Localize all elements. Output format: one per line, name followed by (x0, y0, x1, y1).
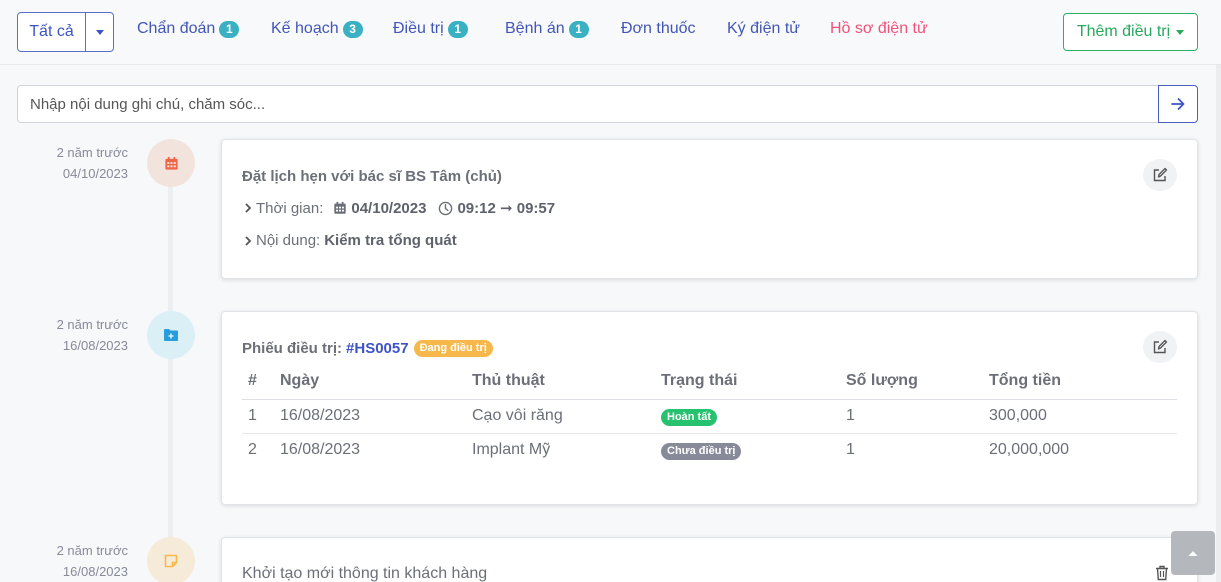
tab-count-badge: 3 (342, 20, 363, 38)
tab-label: Ký điện tử (727, 20, 800, 37)
folder-plus-icon (164, 329, 178, 341)
tab-label: Hồ sơ điện tử (830, 20, 928, 37)
add-treatment-button[interactable]: Thêm điều trị (1063, 13, 1198, 51)
tab-e-signature[interactable]: Ký điện tử (727, 20, 800, 38)
tab-diagnosis[interactable]: Chẩn đoán 1 (137, 20, 240, 38)
calendar-icon (334, 201, 347, 214)
status-badge: Đang điều trị (413, 340, 493, 357)
table-header-row: # Ngày Thủ thuật Trạng thái Số lượng Tổn… (242, 363, 1177, 400)
customer-created-card: Khởi tạo mới thông tin khách hàng (221, 537, 1198, 582)
appointment-time: 09:12 ➞ 09:57 (457, 200, 556, 217)
tab-plan[interactable]: Kế hoạch 3 (271, 20, 363, 38)
timeline-line (168, 185, 173, 582)
edit-button[interactable] (1143, 159, 1177, 191)
cell-date: 16/08/2023 (280, 441, 361, 459)
cell-procedure: Cạo vôi răng (472, 399, 661, 434)
tab-label: Điều trị (393, 20, 444, 37)
tab-medical-record[interactable]: Bệnh án 1 (505, 20, 589, 38)
time-date: 04/10/2023 (62, 166, 128, 181)
cell-status: Hoàn tất (661, 399, 846, 434)
treatment-title-prefix: Phiếu điều trị: (242, 340, 343, 357)
cell-total: 300,000 (989, 399, 1177, 434)
tab-label: Bệnh án (505, 20, 565, 37)
col-header: Ngày (280, 363, 472, 400)
cell-procedure: Implant Mỹ (472, 441, 551, 459)
add-treatment-label: Thêm điều trị (1076, 23, 1171, 40)
table-row: 1 16/08/2023 Cạo vôi răng Hoàn tất 1 300… (242, 399, 1177, 434)
content-value: Kiểm tra tổng quát (324, 232, 457, 249)
tab-treatment[interactable]: Điều trị 1 (393, 20, 468, 38)
cell-status: Chưa điều trị (661, 433, 846, 467)
tab-label: Kế hoạch (271, 20, 339, 37)
edit-icon (1153, 339, 1168, 354)
calendar-icon (164, 156, 178, 170)
status-badge: Hoàn tất (661, 408, 717, 426)
scrollbar[interactable] (1216, 65, 1221, 582)
customer-created-title: Khởi tạo mới thông tin khách hàng (242, 565, 488, 582)
treatment-card: Phiếu điều trị: #HS0057 Đang điều trị # … (221, 311, 1198, 505)
tab-count-badge: 1 (568, 20, 589, 38)
caret-up-icon (1188, 551, 1198, 556)
chevron-right-icon (245, 235, 252, 246)
appointment-card: Đặt lịch hẹn với bác sĩ BS Tâm (chủ) Thờ… (221, 139, 1198, 279)
table-row: 2 16/08/2023 Implant Mỹ Chưa điều trị 1 … (242, 433, 1177, 467)
trash-icon (1156, 565, 1168, 581)
filter-all-button[interactable]: Tất cả (18, 13, 86, 51)
appointment-date: 04/10/2023 (351, 199, 427, 217)
time-date: 16/08/2023 (62, 338, 128, 353)
tab-count-badge: 1 (447, 20, 468, 38)
time-label: Thời gian: (256, 199, 324, 217)
cell-no: 2 (248, 441, 257, 459)
cell-qty: 1 (846, 399, 989, 434)
timeline-time: 2 năm trước 16/08/2023 (20, 314, 128, 356)
delete-button[interactable] (1155, 565, 1169, 582)
note-input[interactable] (17, 85, 1158, 123)
appointment-title: Đặt lịch hẹn với bác sĩ BS Tâm (chủ) (242, 168, 502, 185)
tab-count-badge: 1 (219, 20, 240, 38)
cell-date: 16/08/2023 (280, 399, 472, 434)
col-header: Tổng tiền (989, 363, 1177, 400)
col-header: Trạng thái (661, 363, 846, 400)
timeline-time: 2 năm trước 04/10/2023 (20, 142, 128, 184)
filter-dropdown-toggle[interactable] (86, 13, 113, 51)
filter-split-button: Tất cả (17, 12, 114, 52)
treatment-code-link[interactable]: #HS0057 (346, 340, 409, 357)
time-ago: 2 năm trước (56, 543, 128, 558)
chevron-right-icon (245, 203, 252, 213)
col-header: Số lượng (846, 363, 989, 400)
appointment-content-row: Nội dung: Kiểm tra tổng quát (244, 232, 457, 249)
tab-label: Đơn thuốc (621, 20, 696, 37)
treatment-table: # Ngày Thủ thuật Trạng thái Số lượng Tổn… (242, 363, 1177, 467)
timeline-dot (147, 311, 195, 359)
edit-button[interactable] (1143, 331, 1177, 363)
timeline-dot (147, 537, 195, 582)
cell-qty: 1 (846, 441, 855, 459)
timeline-time: 2 năm trước 16/08/2023 (20, 540, 128, 582)
scroll-to-top-button[interactable] (1171, 531, 1215, 575)
cell-total: 20,000,000 (989, 441, 1070, 459)
time-ago: 2 năm trước (56, 317, 128, 332)
tab-e-records[interactable]: Hồ sơ điện tử (830, 20, 928, 38)
sticky-note-icon (164, 554, 178, 568)
cell-no: 1 (242, 399, 280, 434)
chevron-down-icon (95, 29, 104, 35)
arrow-right-icon (1171, 98, 1185, 110)
tab-prescription[interactable]: Đơn thuốc (621, 20, 696, 38)
top-navigation: Tất cả Chẩn đoán 1 Kế hoạch 3 Điều trị 1… (0, 0, 1221, 65)
content-label: Nội dung: (256, 232, 321, 249)
treatment-title: Phiếu điều trị: #HS0057 Đang điều trị (242, 340, 493, 357)
status-badge: Chưa điều trị (661, 442, 742, 460)
time-ago: 2 năm trước (56, 145, 128, 160)
send-note-button[interactable] (1158, 85, 1198, 123)
col-header: # (242, 363, 280, 400)
appointment-time-row: Thời gian: 04/10/2023 09:12 ➞ 09:57 (244, 199, 555, 217)
timeline-dot (147, 139, 195, 187)
time-date: 16/08/2023 (62, 564, 128, 579)
edit-icon (1153, 167, 1168, 182)
col-header: Thủ thuật (472, 363, 661, 400)
chevron-down-icon (1176, 29, 1185, 35)
clock-icon (439, 201, 453, 215)
tab-label: Chẩn đoán (137, 20, 216, 37)
